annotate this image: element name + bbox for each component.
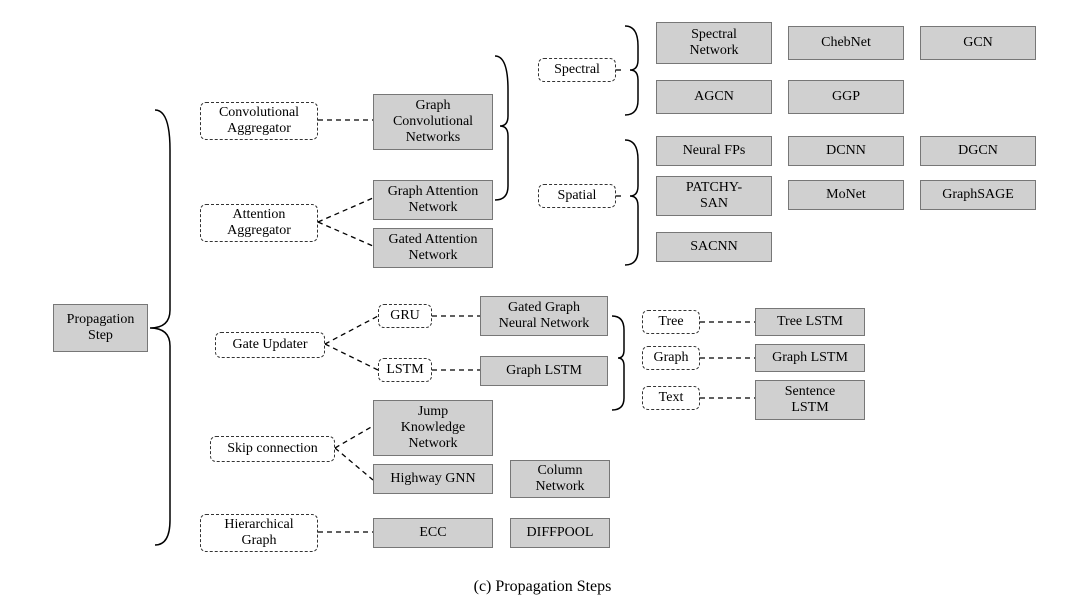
label: MoNet — [826, 187, 866, 203]
label: AGCN — [694, 89, 734, 105]
root-propagation-step: PropagationStep — [53, 304, 148, 352]
node-dcnn: DCNN — [788, 136, 904, 166]
node-gated-attention-network: Gated AttentionNetwork — [373, 228, 493, 268]
cat-spectral: Spectral — [538, 58, 616, 82]
cat-lstm: LSTM — [378, 358, 432, 382]
label: Neural FPs — [683, 143, 746, 159]
label: DCNN — [826, 143, 866, 159]
label: HierarchicalGraph — [224, 517, 293, 549]
label: Graph LSTM — [506, 363, 582, 379]
cat-attention-aggregator: AttentionAggregator — [200, 204, 318, 242]
label: AttentionAggregator — [227, 207, 291, 239]
node-neural-fps: Neural FPs — [656, 136, 772, 166]
label: Spatial — [558, 188, 597, 204]
cat-graph: Graph — [642, 346, 700, 370]
node-sacnn: SACNN — [656, 232, 772, 262]
cat-tree: Tree — [642, 310, 700, 334]
cat-gru: GRU — [378, 304, 432, 328]
cat-skip-connection: Skip connection — [210, 436, 335, 462]
node-dgcn: DGCN — [920, 136, 1036, 166]
label: GraphConvolutionalNetworks — [393, 98, 473, 146]
node-gcn: GCN — [920, 26, 1036, 60]
label: GGP — [832, 89, 860, 105]
label: Graph — [654, 350, 689, 366]
cat-text: Text — [642, 386, 700, 410]
label: Spectral — [554, 62, 600, 78]
node-tree-lstm: Tree LSTM — [755, 308, 865, 336]
caption-text: (c) Propagation Steps — [474, 578, 612, 595]
node-chebnet: ChebNet — [788, 26, 904, 60]
cat-convolutional-aggregator: ConvolutionalAggregator — [200, 102, 318, 140]
label: Highway GNN — [390, 471, 475, 487]
node-agcn: AGCN — [656, 80, 772, 114]
figure-caption: (c) Propagation Steps — [0, 578, 1085, 596]
node-ecc: ECC — [373, 518, 493, 548]
label: Gated AttentionNetwork — [388, 232, 477, 264]
label: ColumnNetwork — [536, 463, 585, 495]
label: DGCN — [958, 143, 998, 159]
label: DIFFPOOL — [527, 525, 594, 541]
node-graphsage: GraphSAGE — [920, 180, 1036, 210]
node-spectral-network: SpectralNetwork — [656, 22, 772, 64]
node-sentence-lstm: SentenceLSTM — [755, 380, 865, 420]
node-graph-convolutional-networks: GraphConvolutionalNetworks — [373, 94, 493, 150]
label: SentenceLSTM — [785, 384, 836, 416]
node-column-network: ColumnNetwork — [510, 460, 610, 498]
node-highway-gnn: Highway GNN — [373, 464, 493, 494]
label: ChebNet — [821, 35, 871, 51]
label: SpectralNetwork — [690, 27, 739, 59]
node-jump-knowledge-network: JumpKnowledgeNetwork — [373, 400, 493, 456]
node-patchy-san: PATCHY-SAN — [656, 176, 772, 216]
node-ggp: GGP — [788, 80, 904, 114]
cat-hierarchical-graph: HierarchicalGraph — [200, 514, 318, 552]
label: Graph AttentionNetwork — [388, 184, 479, 216]
label: Gated GraphNeural Network — [499, 300, 590, 332]
label: ECC — [419, 525, 446, 541]
label: GCN — [963, 35, 993, 51]
label: GraphSAGE — [942, 187, 1014, 203]
label: Text — [659, 390, 684, 406]
label: GRU — [390, 308, 420, 324]
label: Graph LSTM — [772, 350, 848, 366]
node-diffpool: DIFFPOOL — [510, 518, 610, 548]
label: ConvolutionalAggregator — [219, 105, 299, 137]
node-monet: MoNet — [788, 180, 904, 210]
cat-gate-updater: Gate Updater — [215, 332, 325, 358]
label: LSTM — [386, 362, 423, 378]
node-graph-attention-network: Graph AttentionNetwork — [373, 180, 493, 220]
label: SACNN — [690, 239, 737, 255]
node-graph-lstm-mid: Graph LSTM — [480, 356, 608, 386]
root-label: PropagationStep — [67, 312, 135, 344]
label: Tree LSTM — [777, 314, 843, 330]
label: PATCHY-SAN — [686, 180, 742, 212]
node-graph-lstm-leaf: Graph LSTM — [755, 344, 865, 372]
label: Skip connection — [227, 441, 318, 457]
node-gated-graph-neural-network: Gated GraphNeural Network — [480, 296, 608, 336]
label: Gate Updater — [232, 337, 307, 353]
label: Tree — [658, 314, 683, 330]
diagram-stage: PropagationStep ConvolutionalAggregator … — [0, 0, 1085, 612]
cat-spatial: Spatial — [538, 184, 616, 208]
label: JumpKnowledgeNetwork — [401, 404, 466, 452]
